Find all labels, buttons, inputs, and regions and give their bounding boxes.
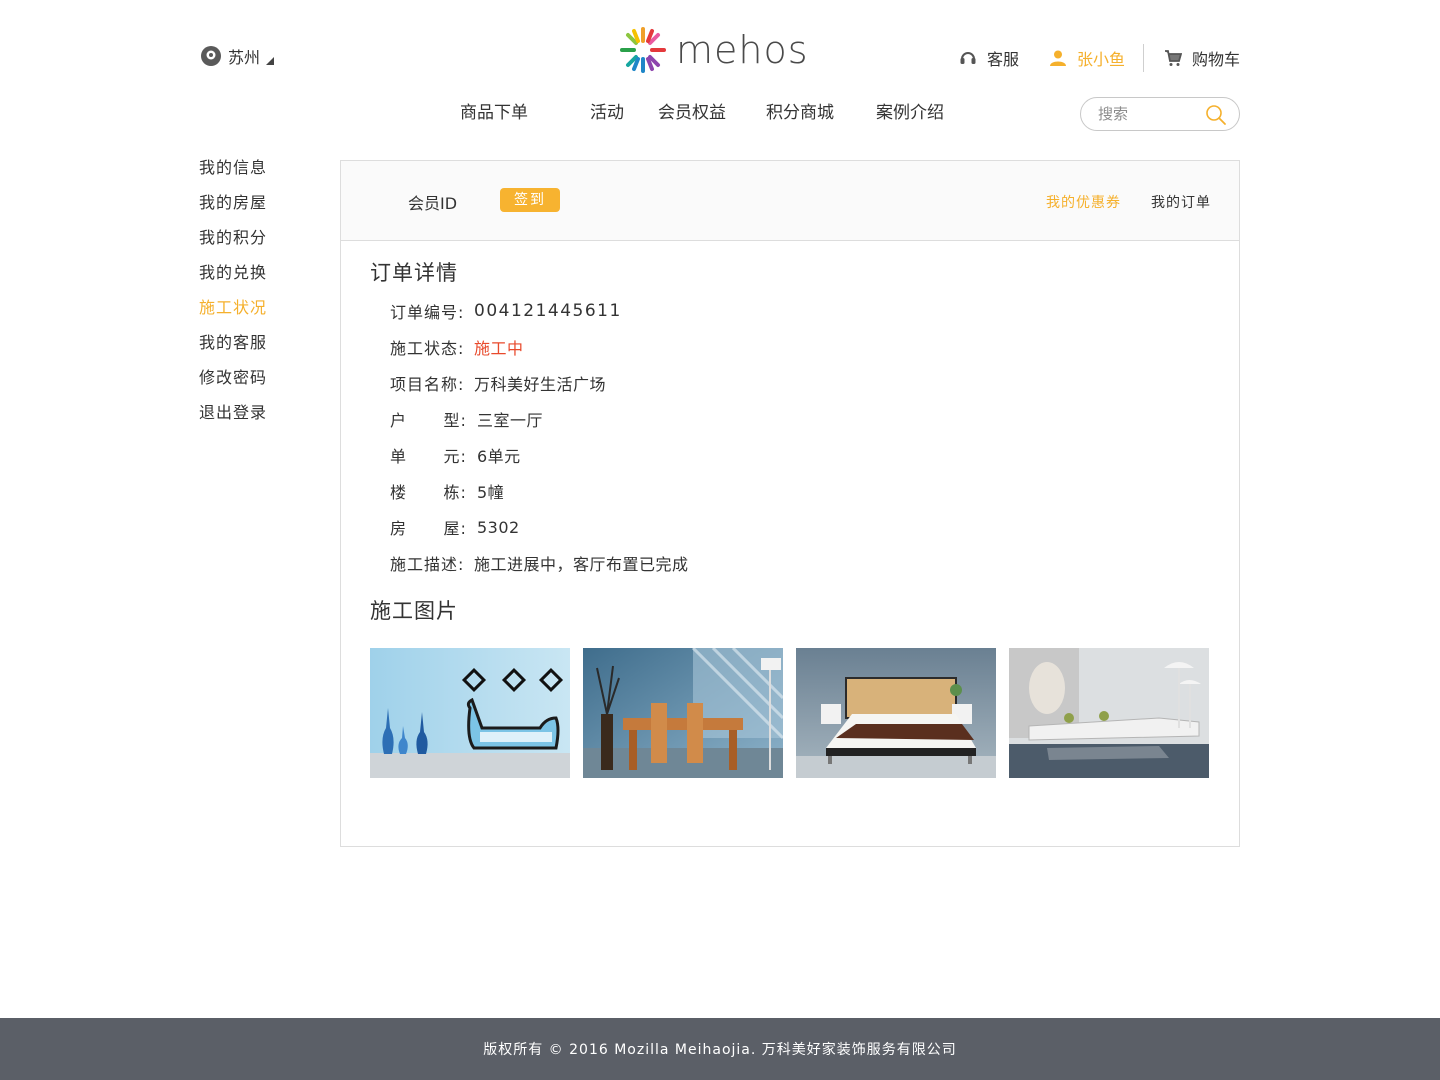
order-number-value: 004121445611 [474,301,622,321]
logo-text: mehos [676,28,809,72]
main-nav: 商品下单 活动 会员权益 积分商城 案例介绍 [460,98,944,123]
cart-icon [1164,50,1182,66]
sidebar-item-change-password[interactable]: 修改密码 [199,366,319,401]
mehos-logo[interactable]: mehos [616,22,826,78]
site-footer: 版权所有 © 2016 Mozilla Meihaojia. 万科美好家装饰服务… [0,1018,1440,1080]
account-sidebar: 我的信息 我的房屋 我的积分 我的兑换 施工状况 我的客服 修改密码 退出登录 [199,156,319,436]
location-pin-icon [201,46,221,66]
nav-item-order[interactable]: 商品下单 [460,98,528,123]
user-name: 张小鱼 [1076,50,1125,69]
house-type-row: 户 型: 三室一厅 [390,401,1090,437]
unit-row: 单 元: 6单元 [390,437,1090,473]
city-dropdown-arrow-icon [266,57,275,65]
field-label: 楼 栋: [390,483,467,502]
shopping-cart-link[interactable]: 购物车 [1164,46,1240,70]
construction-description-row: 施工描述: 施工进展中，客厅布置已完成 [390,545,1090,581]
nav-item-activity[interactable]: 活动 [590,98,624,123]
logo-star-icon [620,27,666,73]
city-name: 苏州 [228,48,261,67]
my-coupons-link[interactable]: 我的优惠券 [1046,192,1121,212]
field-label: 施工状态: [390,339,465,358]
sidebar-item-my-info[interactable]: 我的信息 [199,156,319,191]
cart-label: 购物车 [1191,50,1240,69]
field-label: 施工描述: [390,555,465,574]
customer-service-label: 客服 [986,50,1019,69]
order-number-row: 订单编号: 004121445611 [390,293,1090,329]
field-label: 项目名称: [390,375,465,394]
member-id-label: 会员ID [408,194,458,213]
lounge-photo[interactable] [1009,648,1209,778]
dining-room-photo[interactable] [583,648,783,778]
nav-item-member-benefits[interactable]: 会员权益 [658,98,726,123]
user-account-link[interactable]: 张小鱼 [1049,46,1125,70]
construction-status-row: 施工状态: 施工中 [390,329,1090,365]
order-detail-title: 订单详情 [370,261,458,285]
construction-status-value: 施工中 [474,339,524,358]
field-label: 房 屋: [390,519,467,538]
sidebar-item-my-service[interactable]: 我的客服 [199,331,319,366]
construction-description-value: 施工进展中，客厅布置已完成 [474,555,689,574]
city-selector[interactable]: 苏州 [200,44,275,68]
room-value: 5302 [477,517,520,537]
project-name-row: 项目名称: 万科美好生活广场 [390,365,1090,401]
copyright-text: 版权所有 © 2016 Mozilla Meihaojia. 万科美好家装饰服务… [483,1042,957,1058]
nav-item-cases[interactable]: 案例介绍 [876,98,944,123]
content-panel: 会员ID 签到 我的优惠券 我的订单 订单详情 订单编号: 0041214456… [340,160,1240,847]
order-detail-list: 订单编号: 004121445611 施工状态: 施工中 项目名称: 万科美好生… [390,293,1090,581]
sidebar-item-construction-status[interactable]: 施工状况 [199,296,319,331]
construction-photo-gallery [370,648,1222,778]
room-row: 房 屋: 5302 [390,509,1090,545]
headset-icon [960,52,976,64]
bedroom-photo[interactable] [796,648,996,778]
user-bar: 客服 张小鱼 购物车 [959,44,1240,72]
living-room-sofa-photo[interactable] [370,648,570,778]
signin-button[interactable]: 签到 [500,188,560,212]
construction-photos-title: 施工图片 [370,599,458,623]
search-box [1080,97,1240,131]
nav-item-points-mall[interactable]: 积分商城 [766,98,834,123]
search-icon[interactable] [1205,104,1227,126]
sidebar-item-my-exchange[interactable]: 我的兑换 [199,261,319,296]
customer-service-link[interactable]: 客服 [959,46,1019,70]
field-label: 户 型: [390,411,467,430]
my-orders-link[interactable]: 我的订单 [1151,192,1211,212]
sidebar-item-logout[interactable]: 退出登录 [199,401,319,436]
building-row: 楼 栋: 5幢 [390,473,1090,509]
unit-value: 6单元 [477,447,521,466]
sidebar-item-my-house[interactable]: 我的房屋 [199,191,319,226]
user-icon [1049,50,1066,66]
project-name-value: 万科美好生活广场 [474,375,607,394]
field-label: 单 元: [390,447,467,466]
sidebar-item-my-points[interactable]: 我的积分 [199,226,319,261]
search-input[interactable] [1098,105,1198,123]
user-bar-divider [1142,44,1144,72]
building-value: 5幢 [477,483,505,502]
field-label: 订单编号: [390,303,465,322]
member-bar: 会员ID 签到 我的优惠券 我的订单 [341,161,1239,241]
house-type-value: 三室一厅 [477,411,544,430]
